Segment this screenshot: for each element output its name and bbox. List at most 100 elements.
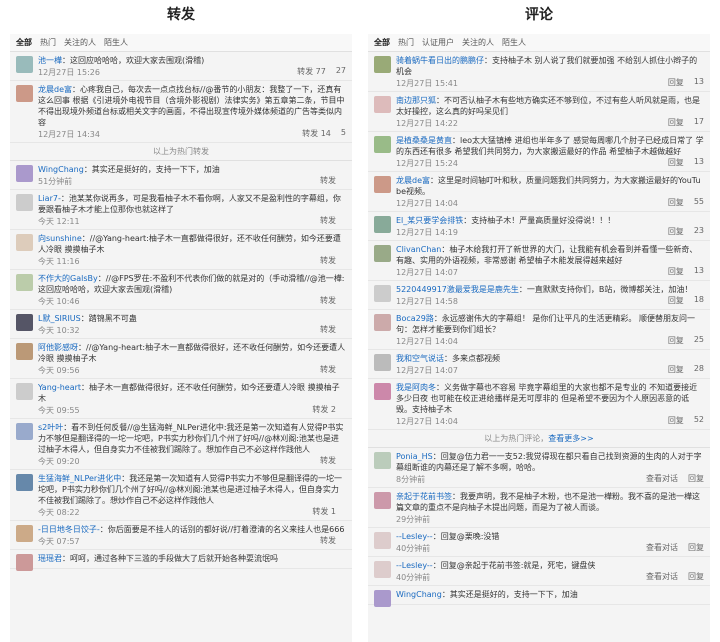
avatar[interactable] — [16, 56, 33, 73]
avatar[interactable] — [374, 492, 391, 509]
like-count[interactable]: 13 — [694, 77, 704, 88]
action-button[interactable]: 转发 — [320, 324, 336, 335]
username-link[interactable]: 龙晨de富 — [38, 85, 72, 94]
action-button[interactable]: 回复 — [668, 266, 684, 277]
filter-tab[interactable]: 陌生人 — [502, 37, 526, 48]
filter-tab[interactable]: 陌生人 — [104, 37, 128, 48]
action-button[interactable]: 转发 2 — [312, 404, 336, 415]
username-link[interactable]: 向sunshine — [38, 234, 82, 243]
like-count[interactable]: 5 — [341, 128, 346, 139]
like-count[interactable]: 28 — [694, 364, 704, 375]
username-link[interactable]: 亲起于花前书签 — [396, 492, 452, 501]
avatar[interactable] — [374, 354, 391, 371]
action-button[interactable]: 回复 — [668, 295, 684, 306]
username-link[interactable]: Yang-heart — [38, 383, 81, 392]
avatar[interactable] — [16, 525, 33, 542]
filter-tab[interactable]: 热门 — [40, 37, 56, 48]
like-count[interactable]: 55 — [694, 197, 704, 208]
avatar[interactable] — [374, 314, 391, 331]
username-link[interactable]: ClivanChan — [396, 245, 441, 254]
username-link[interactable]: --Lesley-- — [396, 532, 433, 541]
like-count[interactable]: 52 — [694, 415, 704, 426]
avatar[interactable] — [16, 194, 33, 211]
like-count[interactable]: 13 — [694, 157, 704, 168]
avatar[interactable] — [374, 96, 391, 113]
action-button[interactable]: 转发 — [320, 455, 336, 466]
action-button[interactable]: 查看对话 — [646, 571, 678, 582]
avatar[interactable] — [374, 383, 391, 400]
avatar[interactable] — [16, 314, 33, 331]
username-link[interactable]: 池一樺 — [38, 56, 62, 65]
username-link[interactable]: 龙晨de富 — [396, 176, 430, 185]
avatar[interactable] — [374, 176, 391, 193]
like-count[interactable]: 23 — [694, 226, 704, 237]
action-button[interactable]: 回复 — [668, 117, 684, 128]
username-link[interactable]: L默_SIRIUS — [38, 314, 81, 323]
action-button[interactable]: 转发 — [320, 215, 336, 226]
avatar[interactable] — [374, 136, 391, 153]
username-link[interactable]: 是植桑桑是黄直 — [396, 136, 452, 145]
avatar[interactable] — [374, 590, 391, 607]
username-link[interactable]: s2叶叶 — [38, 423, 63, 432]
avatar[interactable] — [374, 532, 391, 549]
username-link[interactable]: 不作大的GalsBy — [38, 274, 98, 283]
like-count[interactable]: 25 — [694, 335, 704, 346]
action-button[interactable]: 转发 14 — [302, 128, 331, 139]
action-button[interactable]: 回复 — [668, 226, 684, 237]
avatar[interactable] — [16, 554, 33, 571]
avatar[interactable] — [16, 85, 33, 102]
filter-tab[interactable]: 全部 — [374, 37, 390, 48]
username-link[interactable]: -日日地冬日饺子- — [38, 525, 100, 534]
avatar[interactable] — [374, 452, 391, 469]
like-count[interactable]: 回复 — [688, 542, 704, 553]
action-button[interactable]: 转发 — [320, 175, 336, 186]
username-link[interactable]: WingChang — [38, 165, 84, 174]
avatar[interactable] — [16, 383, 33, 400]
like-count[interactable]: 17 — [694, 117, 704, 128]
username-link[interactable]: 我和空气说话 — [396, 354, 444, 363]
action-button[interactable]: 回复 — [668, 335, 684, 346]
username-link[interactable]: WingChang — [396, 590, 442, 599]
action-button[interactable]: 回复 — [668, 197, 684, 208]
avatar[interactable] — [374, 216, 391, 233]
action-button[interactable]: 查看对话 — [646, 542, 678, 553]
username-link[interactable]: 南边那只狐 — [396, 96, 436, 105]
username-link[interactable]: 骑着蜗牛看日出的鹏鹏仔 — [396, 56, 484, 65]
avatar[interactable] — [16, 274, 33, 291]
avatar[interactable] — [16, 343, 33, 360]
username-link[interactable]: --Lesley-- — [396, 561, 433, 570]
filter-tab[interactable]: 热门 — [398, 37, 414, 48]
action-button[interactable]: 转发 — [320, 295, 336, 306]
action-button[interactable]: 转发 — [320, 255, 336, 266]
username-link[interactable]: 生猛海鲜_NLPer进化中 — [38, 474, 121, 483]
action-button[interactable]: 转发 1 — [312, 506, 336, 517]
avatar[interactable] — [16, 234, 33, 251]
action-button[interactable]: 转发 77 — [297, 66, 326, 77]
avatar[interactable] — [374, 56, 391, 73]
username-link[interactable]: El_某只要学会排铁 — [396, 216, 463, 225]
avatar[interactable] — [374, 245, 391, 262]
filter-tab[interactable]: 关注的人 — [64, 37, 96, 48]
avatar[interactable] — [16, 165, 33, 182]
action-button[interactable]: 转发 — [320, 535, 336, 546]
action-button[interactable]: 回复 — [668, 77, 684, 88]
avatar[interactable] — [16, 423, 33, 440]
like-count[interactable]: 13 — [694, 266, 704, 277]
username-link[interactable]: 我是阿肉冬 — [396, 383, 436, 392]
action-button[interactable]: 转发 — [320, 364, 336, 375]
avatar[interactable] — [16, 474, 33, 491]
username-link[interactable]: 瑶瑶君 — [38, 554, 62, 563]
filter-tab[interactable]: 全部 — [16, 37, 32, 48]
username-link[interactable]: 阿他影感呀 — [38, 343, 78, 352]
action-button[interactable]: 回复 — [668, 364, 684, 375]
like-count[interactable]: 18 — [694, 295, 704, 306]
username-link[interactable]: Ponia_HS — [396, 452, 433, 461]
avatar[interactable] — [374, 561, 391, 578]
username-link[interactable]: Boca29路 — [396, 314, 434, 323]
action-button[interactable]: 回复 — [668, 157, 684, 168]
filter-tab[interactable]: 关注的人 — [462, 37, 494, 48]
action-button[interactable]: 回复 — [668, 415, 684, 426]
like-count[interactable]: 回复 — [688, 473, 704, 484]
see-more-link[interactable]: 查看更多>> — [548, 434, 593, 443]
avatar[interactable] — [374, 285, 391, 302]
